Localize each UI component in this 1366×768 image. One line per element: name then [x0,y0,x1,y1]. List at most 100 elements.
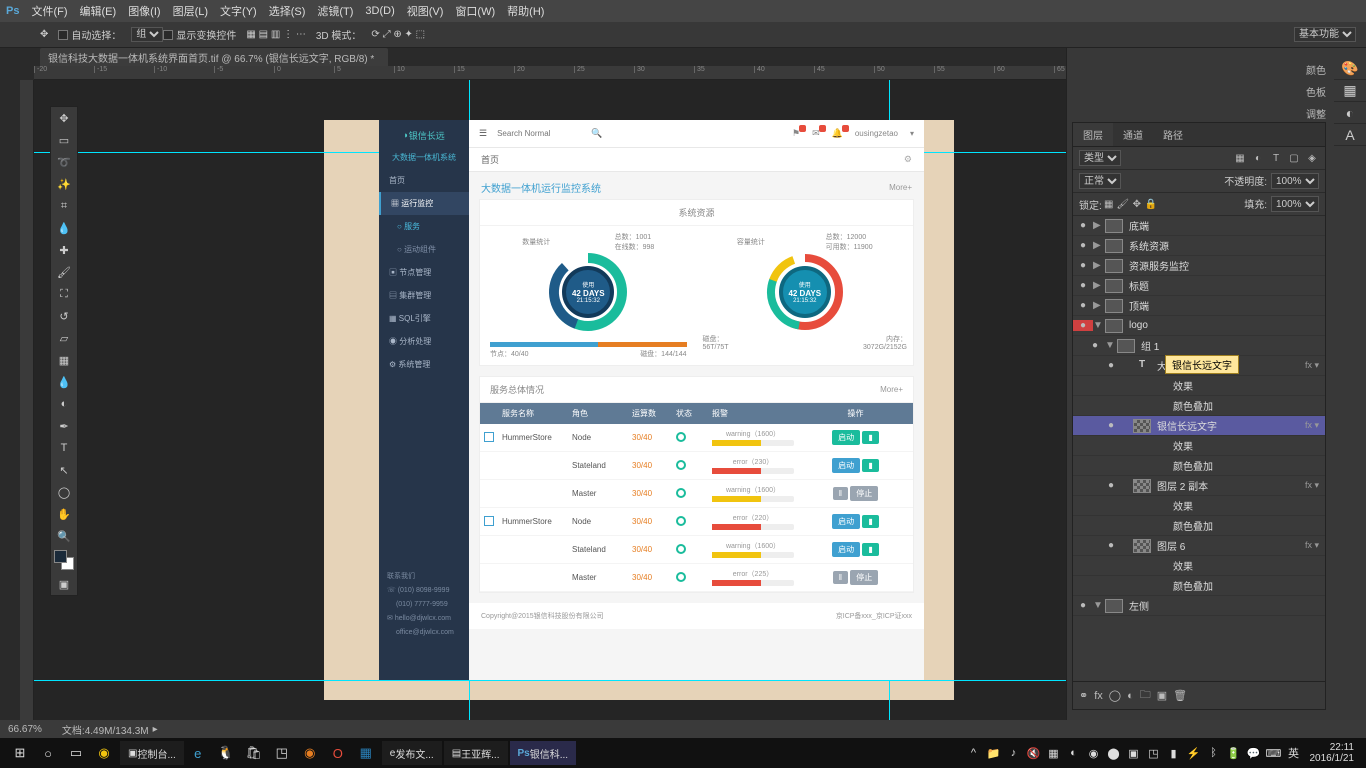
tray-9[interactable]: ⚡ [1184,747,1204,760]
row-action-btn[interactable]: 启动 [832,542,860,557]
menu-window[interactable]: 窗口(W) [455,3,495,19]
history-brush[interactable]: ↺ [51,305,77,327]
task-ie[interactable]: e 发布文... [382,741,442,765]
crumb-home[interactable]: 首页 [481,153,499,166]
more-link[interactable]: More+ [880,385,903,394]
menu-file[interactable]: 文件(F) [31,3,67,19]
tray-1[interactable]: 📁 [984,747,1004,760]
nav-cluster[interactable]: ▤ 集群管理 [379,284,469,307]
color-swatch[interactable] [51,547,77,573]
menu-3d[interactable]: 3D(D) [365,5,394,17]
chrome-icon[interactable]: ◉ [90,741,118,765]
tray-4[interactable]: ◐ [1064,747,1084,759]
eyedrop-tool[interactable]: 💧 [51,217,77,239]
gradient-tool[interactable]: ▦ [51,349,77,371]
lbl-color[interactable]: 颜色 [1306,58,1334,80]
layer-row[interactable]: ●银信长远文字fx ▾ [1073,416,1325,436]
transform-checkbox[interactable] [163,30,173,40]
nav-component[interactable]: ○ 运动组件 [379,238,469,261]
tray-5[interactable]: ◉ [1084,747,1104,760]
autoselect-checkbox[interactable] [58,30,68,40]
row-action-btn[interactable]: 启动 [832,430,860,445]
marquee-tool[interactable]: ▭ [51,129,77,151]
nav-system[interactable]: ⚙ 系统管理 [379,353,469,376]
shape-tool[interactable]: ◯ [51,481,77,503]
app-icon[interactable]: ◳ [268,741,296,765]
menu-filter[interactable]: 滤镜(T) [317,3,353,19]
workspace-select[interactable]: 基本功能 [1294,27,1356,42]
layer-row[interactable]: ●▶底端 [1073,216,1325,236]
adjustment-icon[interactable]: ◐ [1127,690,1134,702]
tray-3[interactable]: ▦ [1044,747,1064,760]
layer-row[interactable]: ●▶资源服务监控 [1073,256,1325,276]
heal-tool[interactable]: ✚ [51,239,77,261]
filter-kind[interactable]: 类型 [1079,150,1121,166]
3d-icons[interactable]: ⟳ ⤢ ⊕ ✦ ⬚ [371,29,425,40]
task-ps[interactable]: Ps 银信科... [510,741,577,765]
ime[interactable]: 英 [1284,745,1304,761]
group-icon[interactable]: 🗀 [1140,686,1151,705]
nav-analysis[interactable]: ◉ 分析处理 [379,330,469,353]
filter-smart-icon[interactable]: ◈ [1305,153,1319,164]
pen-tool[interactable]: ✒ [51,415,77,437]
row-action-btn[interactable]: 启动 [832,514,860,529]
menu-layer[interactable]: 图层(L) [173,3,208,19]
msg-icon[interactable]: ✉ [812,128,820,139]
dodge-tool[interactable]: ◐ [51,393,77,415]
filter-type-icon[interactable]: T [1269,153,1283,164]
stamp-tool[interactable]: ⛶ [51,283,77,305]
tab-paths[interactable]: 路径 [1153,123,1193,146]
row-extra-btn[interactable]: ▮ [862,431,878,444]
layer-row[interactable]: ●▶标题 [1073,276,1325,296]
layer-row[interactable]: 颜色叠加 [1073,456,1325,476]
user-name[interactable]: ousingzetao [855,129,898,138]
opera-icon[interactable]: O [324,741,352,765]
align-icons[interactable]: ▦ ▤ ▥ ⋮ ⋯ [246,29,305,40]
fill[interactable]: 100% [1271,196,1319,212]
lasso-tool[interactable]: ➰ [51,151,77,173]
type-tool[interactable]: T [51,437,77,459]
brush-tool[interactable]: 🖌 [51,261,77,283]
layer-row[interactable]: 颜色叠加 [1073,396,1325,416]
menu-image[interactable]: 图像(I) [128,3,160,19]
tray-overflow[interactable]: ^ [964,747,984,759]
layer-row[interactable]: 颜色叠加 [1073,516,1325,536]
tray-kb[interactable]: ⌨ [1264,747,1284,760]
mask-icon[interactable]: ◯ [1109,689,1121,702]
tray-bt[interactable]: ᛒ [1204,747,1224,759]
layer-row[interactable]: 效果 [1073,436,1325,456]
task-terminal[interactable]: ▣ 控制台... [120,741,184,765]
layer-row[interactable]: ●图层 6fx ▾ [1073,536,1325,556]
filter-pixel-icon[interactable]: ▦ [1233,153,1247,164]
zoom-tool[interactable]: 🔍 [51,525,77,547]
edge-icon[interactable]: e [184,741,212,765]
menu-type[interactable]: 文字(Y) [220,3,257,19]
row-checkbox[interactable] [484,516,494,526]
row-stop-btn[interactable]: 停止 [850,486,878,501]
lbl-adjust[interactable]: 调整 [1306,102,1334,124]
tray-8[interactable]: ◳ [1144,747,1164,760]
path-tool[interactable]: ↖ [51,459,77,481]
clock[interactable]: 22:112016/1/21 [1304,742,1361,764]
hand-tool[interactable]: ✋ [51,503,77,525]
filter-adjust-icon[interactable]: ◐ [1251,153,1265,164]
layer-row[interactable]: ●▶系统资源 [1073,236,1325,256]
tab-channels[interactable]: 通道 [1113,123,1153,146]
nav-home[interactable]: 首页 [379,169,469,192]
start-button[interactable]: ⊞ [6,741,34,765]
cortana-icon[interactable]: ○ [34,741,62,765]
link-icon[interactable]: ⚭ [1079,689,1088,702]
nav-sql[interactable]: ▦ SQL引擎 [379,307,469,330]
layer-row[interactable]: ●▼logo [1073,316,1325,336]
lock-trans-icon[interactable]: ▦ [1102,199,1116,210]
row-action-btn[interactable]: ‖ [833,487,848,500]
autoselect-mode[interactable]: 组 [131,27,163,42]
tray-7[interactable]: ▣ [1124,747,1144,760]
row-extra-btn[interactable]: ▮ [862,543,878,556]
adjust-icon[interactable]: ◐ [1334,102,1366,124]
quickmask[interactable]: ▣ [51,573,77,595]
eraser-tool[interactable]: ▱ [51,327,77,349]
new-icon[interactable]: ▣ [1157,689,1167,702]
qq-icon[interactable]: 🐧 [212,741,240,765]
bell-icon[interactable]: 🔔 [832,128,843,139]
